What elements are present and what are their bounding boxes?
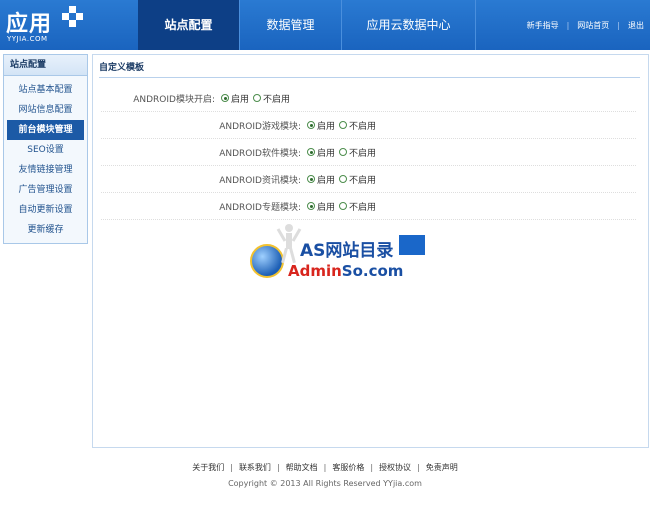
watermark-title: AS网站目录: [300, 241, 394, 261]
watermark-logo: AS网站目录 AdminSo.com: [250, 224, 430, 284]
setting-label: ANDROID专题模块:: [219, 202, 301, 213]
disable-option[interactable]: 不启用: [253, 92, 290, 105]
header: 应用 YYJIA.COM 站点配置 数据管理 应用云数据中心 新手指导 | 网站…: [0, 0, 650, 50]
license-link[interactable]: 授权协议: [379, 463, 411, 472]
sidebar-title: 站点配置: [4, 55, 87, 76]
square-icon: [399, 235, 425, 255]
separator: |: [276, 463, 280, 472]
logo[interactable]: 应用 YYJIA.COM: [6, 4, 86, 46]
option-label: 启用: [317, 148, 336, 159]
setting-row: ANDROID模块开启: 启用 不启用: [101, 85, 636, 112]
radio-selected-icon[interactable]: [307, 148, 315, 156]
setting-label: ANDROID软件模块:: [219, 148, 301, 159]
radio-icon[interactable]: [339, 148, 348, 156]
globe-icon: [250, 244, 284, 278]
footer-links: 关于我们 | 联系我们 | 帮助文档 | 客服价格 | 授权协议 | 免责声明: [0, 462, 650, 473]
tab-cloud-data-center[interactable]: 应用云数据中心: [342, 0, 476, 50]
sidebar-item-auto-update[interactable]: 自动更新设置: [4, 200, 87, 220]
logo-text: 应用: [6, 12, 53, 37]
sidebar-item-refresh-cache[interactable]: 更新缓存: [4, 220, 87, 240]
option-label: 启用: [317, 175, 336, 186]
enable-option[interactable]: 启用: [307, 200, 335, 213]
copyright: Copyright © 2013 All Rights Reserved YYj…: [228, 479, 422, 488]
radio-selected-icon[interactable]: [307, 121, 315, 129]
radio-selected-icon[interactable]: [221, 94, 229, 102]
person-icon: [276, 224, 302, 264]
site-home-link[interactable]: 网站首页: [577, 20, 609, 31]
option-label: 不启用: [349, 148, 377, 159]
top-links: 新手指导 | 网站首页 | 退出: [527, 20, 644, 31]
radio-icon[interactable]: [339, 175, 348, 183]
logout-link[interactable]: 退出: [628, 20, 644, 31]
option-label: 不启用: [349, 202, 377, 213]
contact-us-link[interactable]: 联系我们: [239, 463, 271, 472]
separator: |: [323, 463, 327, 472]
option-label: 启用: [317, 202, 336, 213]
radio-selected-icon[interactable]: [307, 175, 315, 183]
tab-data-management[interactable]: 数据管理: [240, 0, 342, 50]
setting-row: ANDROID软件模块: 启用 不启用: [101, 139, 636, 166]
setting-label: ANDROID游戏模块:: [219, 121, 301, 132]
enable-option[interactable]: 启用: [307, 119, 335, 132]
enable-option[interactable]: 启用: [307, 173, 335, 186]
help-docs-link[interactable]: 帮助文档: [286, 463, 318, 472]
radio-icon[interactable]: [339, 202, 348, 210]
separator: |: [566, 21, 570, 30]
option-label: 不启用: [263, 94, 291, 105]
setting-row: ANDROID游戏模块: 启用 不启用: [101, 112, 636, 139]
enable-option[interactable]: 启用: [307, 146, 335, 159]
disable-option[interactable]: 不启用: [339, 200, 376, 213]
setting-label: ANDROID资讯模块:: [219, 175, 301, 186]
disable-option[interactable]: 不启用: [339, 173, 376, 186]
radio-icon[interactable]: [253, 94, 262, 102]
service-price-link[interactable]: 客服价格: [332, 463, 364, 472]
beginner-guide-link[interactable]: 新手指导: [527, 20, 559, 31]
tab-site-config[interactable]: 站点配置: [138, 0, 240, 50]
sidebar-item-friend-links[interactable]: 友情链接管理: [4, 160, 87, 180]
panel-title: 自定义模板: [99, 59, 640, 78]
radio-icon[interactable]: [339, 121, 348, 129]
enable-option[interactable]: 启用: [221, 92, 249, 105]
watermark-domain-b: So.com: [341, 262, 404, 280]
option-label: 启用: [317, 121, 336, 132]
disable-option[interactable]: 不启用: [339, 146, 376, 159]
watermark-domain-a: Admin: [288, 262, 342, 280]
sidebar-item-seo[interactable]: SEO设置: [4, 140, 87, 160]
watermark-domain: AdminSo.com: [288, 262, 403, 280]
sidebar: 站点配置 站点基本配置 网站信息配置 前台模块管理 SEO设置 友情链接管理 广…: [3, 54, 88, 244]
option-label: 不启用: [349, 121, 377, 132]
sidebar-item-ads[interactable]: 广告管理设置: [4, 180, 87, 200]
setting-row: ANDROID专题模块: 启用 不启用: [101, 193, 636, 220]
setting-label: ANDROID模块开启:: [133, 94, 215, 105]
disclaimer-link[interactable]: 免责声明: [426, 463, 458, 472]
option-label: 启用: [231, 94, 250, 105]
option-label: 不启用: [349, 175, 377, 186]
radio-selected-icon[interactable]: [307, 202, 315, 210]
logo-subtext: YYJIA.COM: [7, 35, 48, 43]
separator: |: [370, 463, 374, 472]
separator: |: [417, 463, 420, 472]
sidebar-item-basic-config[interactable]: 站点基本配置: [4, 80, 87, 100]
main-nav: 站点配置 数据管理 应用云数据中心: [138, 0, 476, 50]
separator: |: [617, 21, 620, 30]
sidebar-list: 站点基本配置 网站信息配置 前台模块管理 SEO设置 友情链接管理 广告管理设置…: [4, 76, 87, 240]
setting-row: ANDROID资讯模块: 启用 不启用: [101, 166, 636, 193]
sidebar-item-site-info[interactable]: 网站信息配置: [4, 100, 87, 120]
sidebar-item-frontend-modules[interactable]: 前台模块管理: [7, 120, 84, 140]
disable-option[interactable]: 不启用: [339, 119, 376, 132]
about-us-link[interactable]: 关于我们: [192, 463, 224, 472]
separator: |: [230, 463, 233, 472]
logo-mark-icon: [62, 6, 83, 27]
